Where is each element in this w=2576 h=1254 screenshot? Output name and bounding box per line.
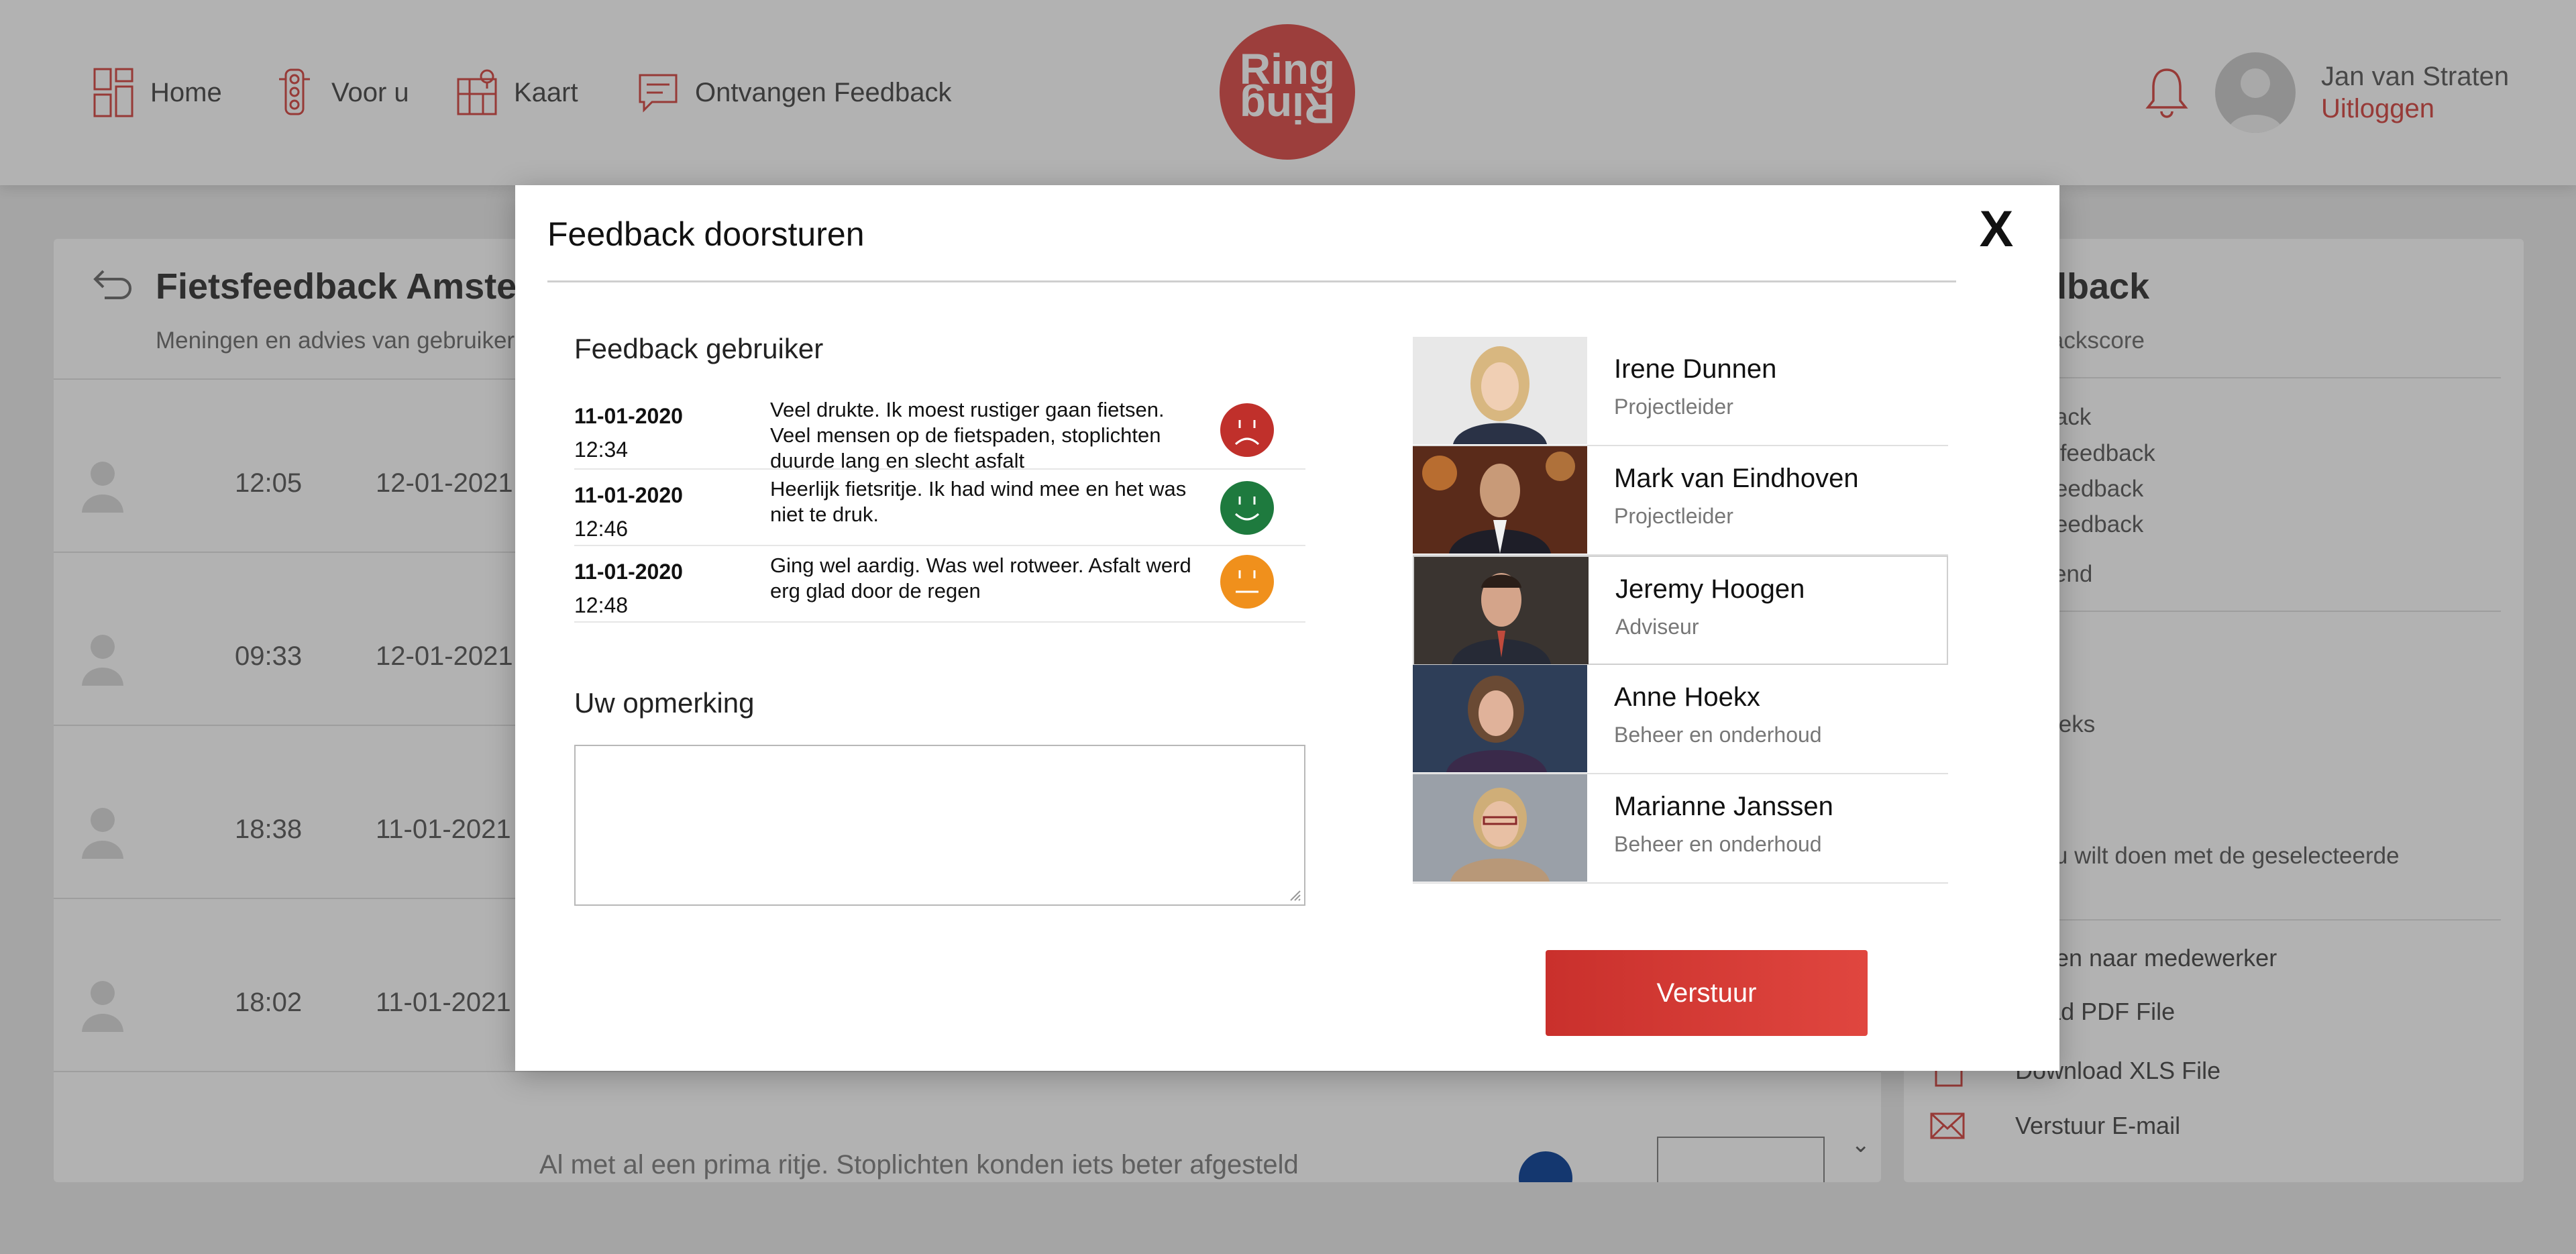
employee-role: Beheer en onderhoud: [1614, 832, 1822, 856]
feedback-time: 12:46: [574, 517, 629, 541]
feedback-date: 11-01-2020: [574, 483, 683, 507]
modal-title: Feedback doorsturen: [547, 215, 865, 253]
neutral-face-icon: [1220, 555, 1274, 609]
feedback-text: Heerlijk fietsritje. Ik had wind mee en …: [770, 477, 1187, 526]
employee-anne-hoekx[interactable]: Anne Hoekx Beheer en onderhoud: [1413, 665, 1948, 774]
modal-divider: [547, 280, 1956, 282]
close-icon[interactable]: X: [1970, 203, 2023, 256]
jeremy-hoogen-photo: [1414, 557, 1589, 664]
employee-role: Projectleider: [1614, 395, 1733, 419]
feedback-text: Ging wel aardig. Was wel rotweer. Asfalt…: [770, 554, 1191, 603]
feedback-date: 11-01-2020: [574, 560, 683, 584]
employee-role: Beheer en onderhoud: [1614, 723, 1822, 747]
remark-textarea[interactable]: [574, 745, 1305, 906]
employee-marianne-janssen[interactable]: Marianne Janssen Beheer en onderhoud: [1413, 774, 1948, 884]
employee-name: Irene Dunnen: [1614, 354, 1777, 384]
feedback-entry: 11-01-2020 12:34 Veel drukte. Ik moest r…: [574, 390, 1305, 472]
irene-dunnen-photo: [1413, 337, 1587, 444]
feedback-entry: 11-01-2020 12:48 Ging wel aardig. Was we…: [574, 546, 1305, 623]
employee-role: Adviseur: [1615, 615, 1699, 639]
feedback-date: 11-01-2020: [574, 404, 683, 428]
feedback-text: Veel drukte. Ik moest rustiger gaan fiet…: [770, 398, 1165, 472]
marianne-janssen-photo: [1413, 774, 1587, 882]
mark-van-eindhoven-photo: [1413, 446, 1587, 554]
feedback-entry: 11-01-2020 12:46 Heerlijk fietsritje. Ik…: [574, 470, 1305, 546]
anne-hoekx-photo: [1413, 665, 1587, 772]
sad-face-icon: [1220, 403, 1274, 457]
employee-name: Jeremy Hoogen: [1615, 574, 1805, 604]
user-feedback-heading: Feedback gebruiker: [574, 333, 824, 364]
employee-name: Marianne Janssen: [1614, 792, 1833, 821]
feedback-time: 12:48: [574, 593, 629, 617]
forward-feedback-modal: Feedback doorsturen X Feedback gebruiker…: [515, 185, 2059, 1071]
happy-face-icon: [1220, 481, 1274, 535]
send-button[interactable]: Verstuur: [1546, 950, 1868, 1036]
feedback-time: 12:34: [574, 437, 629, 462]
employee-jeremy-hoogen[interactable]: Jeremy Hoogen Adviseur: [1413, 556, 1948, 665]
employee-mark-van-eindhoven[interactable]: Mark van Eindhoven Projectleider: [1413, 446, 1948, 556]
employee-name: Anne Hoekx: [1614, 682, 1760, 712]
remark-heading: Uw opmerking: [574, 687, 755, 719]
employee-irene-dunnen[interactable]: Irene Dunnen Projectleider: [1413, 337, 1948, 446]
employee-role: Projectleider: [1614, 504, 1733, 528]
employee-name: Mark van Eindhoven: [1614, 464, 1859, 493]
